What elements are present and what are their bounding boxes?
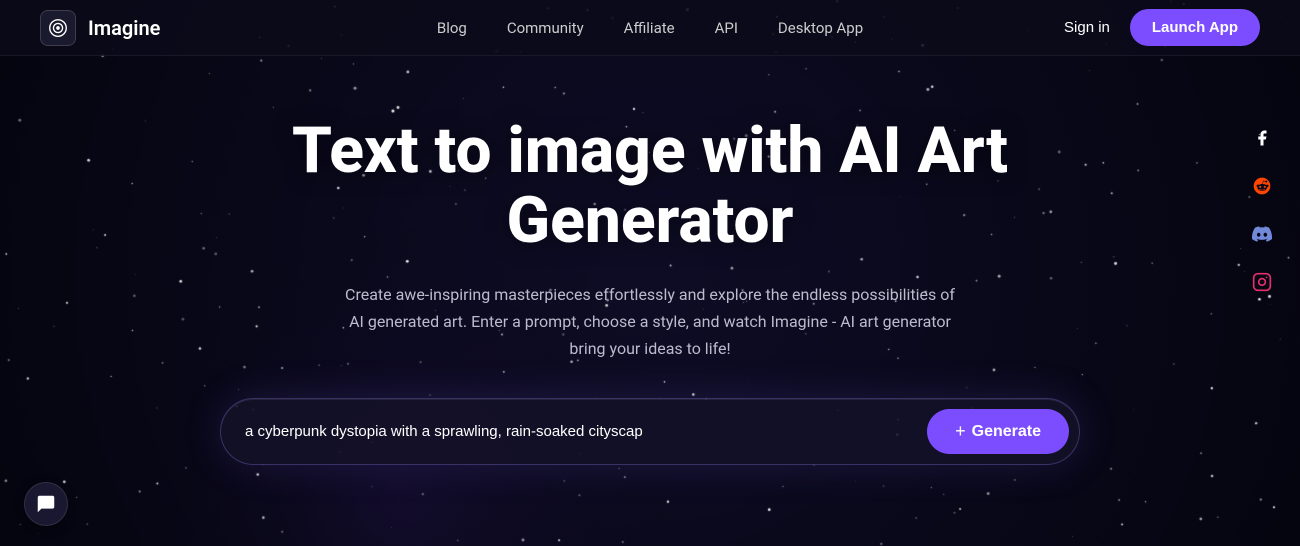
facebook-icon[interactable] bbox=[1244, 120, 1280, 156]
generate-label: Generate bbox=[972, 423, 1041, 441]
sign-in-button[interactable]: Sign in bbox=[1064, 19, 1110, 36]
chat-bubble[interactable] bbox=[24, 482, 68, 526]
nav-affiliate[interactable]: Affiliate bbox=[624, 19, 675, 37]
discord-icon[interactable] bbox=[1244, 216, 1280, 252]
nav-desktop-app[interactable]: Desktop App bbox=[778, 19, 863, 37]
nav-links: Blog Community Affiliate API Desktop App bbox=[437, 19, 863, 37]
navbar: Imagine Blog Community Affiliate API Des… bbox=[0, 0, 1300, 56]
reddit-icon[interactable] bbox=[1244, 168, 1280, 204]
generate-button[interactable]: + Generate bbox=[927, 409, 1069, 454]
chat-icon bbox=[35, 493, 57, 515]
launch-app-button[interactable]: Launch App bbox=[1130, 9, 1260, 46]
plus-icon: + bbox=[955, 421, 966, 442]
nav-api[interactable]: API bbox=[715, 19, 738, 37]
search-bar: + Generate bbox=[220, 398, 1080, 465]
instagram-icon[interactable] bbox=[1244, 264, 1280, 300]
nav-community[interactable]: Community bbox=[507, 19, 584, 37]
prompt-input[interactable] bbox=[245, 423, 915, 440]
logo-icon bbox=[40, 10, 76, 46]
nav-right: Sign in Launch App bbox=[1064, 9, 1260, 46]
nav-blog[interactable]: Blog bbox=[437, 19, 467, 37]
logo-text: Imagine bbox=[88, 16, 160, 40]
hero-subtitle: Create awe-inspiring masterpieces effort… bbox=[340, 281, 960, 363]
social-sidebar bbox=[1244, 120, 1280, 300]
hero-title: Text to image with AI Art Generator bbox=[260, 116, 1040, 257]
main-content: Text to image with AI Art Generator Crea… bbox=[0, 56, 1300, 465]
logo-area: Imagine bbox=[40, 10, 160, 46]
